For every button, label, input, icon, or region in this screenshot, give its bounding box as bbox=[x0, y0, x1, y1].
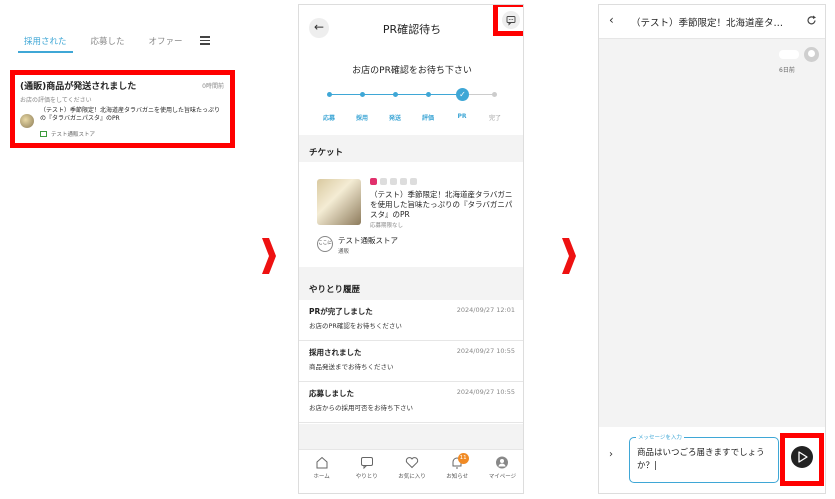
step-label: 採用 bbox=[355, 115, 368, 122]
home-icon bbox=[316, 456, 328, 469]
nav-label: ホーム bbox=[313, 474, 330, 480]
history-item: PRが完了しました 2024/09/27 12:01 お店のPR確認をお待ちくだ… bbox=[299, 300, 523, 341]
current-step-check-icon: ✓ bbox=[456, 88, 469, 101]
history-item: 応募しました 2024/09/27 10:55 お店からの採用可否をお待ち下さい bbox=[299, 382, 523, 423]
history-title: 応募しました bbox=[309, 389, 354, 398]
nav-label: マイページ bbox=[488, 474, 517, 480]
history-section-title: やりとり履歴 bbox=[309, 285, 361, 295]
history-subtitle: お店のPR確認をお待ちください bbox=[309, 322, 402, 330]
product-thumbnail bbox=[20, 114, 34, 128]
user-icon bbox=[496, 456, 509, 469]
nav-label: お知らせ bbox=[446, 474, 469, 480]
page-title: PR確認待ち bbox=[382, 23, 442, 36]
history-list: PRが完了しました 2024/09/27 12:01 お店のPR確認をお待ちくだ… bbox=[299, 300, 523, 424]
step-dot bbox=[393, 92, 398, 97]
history-time: 2024/09/27 10:55 bbox=[456, 347, 515, 355]
chat-title: （テスト）季節限定！北海道産タ… bbox=[631, 18, 784, 29]
tab-adopted[interactable]: 採用された bbox=[18, 35, 73, 53]
x-icon bbox=[380, 178, 387, 185]
status-message: お店のPR確認をお待ち下さい bbox=[352, 66, 472, 76]
notification-title: (通販)商品が発送されました bbox=[20, 82, 137, 92]
message-bubble bbox=[779, 50, 799, 59]
ticket-section-title: チケット bbox=[309, 148, 344, 158]
message-input[interactable]: メッセージを入力 商品はいつごろ届きますでしょうか？| bbox=[629, 433, 779, 483]
step-dot bbox=[426, 92, 431, 97]
nav-home[interactable]: ホーム bbox=[299, 450, 344, 493]
step-label: 発送 bbox=[388, 115, 401, 122]
filter-icon[interactable] bbox=[200, 34, 210, 45]
history-time: 2024/09/27 10:55 bbox=[456, 388, 515, 396]
history-subtitle: お店からの採用可否をお待ち下さい bbox=[309, 404, 413, 412]
send-button[interactable] bbox=[791, 446, 813, 468]
nav-notifications[interactable]: 11 お知らせ bbox=[435, 450, 480, 493]
heart-icon bbox=[405, 457, 419, 469]
instagram-icon bbox=[370, 178, 377, 185]
send-button-highlight bbox=[780, 433, 824, 486]
header: ‹ （テスト）季節限定！北海道産タ… bbox=[599, 5, 825, 39]
step-dot bbox=[327, 92, 332, 97]
step-dot bbox=[360, 92, 365, 97]
step-label: PR bbox=[457, 113, 467, 120]
google-icon bbox=[410, 178, 417, 185]
progress-stepper: ✓ 応募 採用 発送 評価 PR 完了 bbox=[317, 87, 507, 127]
send-icon bbox=[798, 451, 808, 463]
nav-label: やりとり bbox=[355, 474, 378, 480]
store-name: テスト通販ストア bbox=[51, 132, 96, 138]
chat-button[interactable] bbox=[502, 11, 520, 29]
chat-icon bbox=[360, 457, 373, 469]
notification-card[interactable]: (通販)商品が発送されました 0時間前 お店の評価をしてください （テスト）季節… bbox=[10, 70, 235, 148]
nav-label: お気に入り bbox=[398, 474, 426, 480]
notification-time: 0時間前 bbox=[202, 83, 224, 90]
nav-favorites[interactable]: お気に入り bbox=[389, 450, 434, 493]
avatar bbox=[804, 47, 819, 62]
youtube-icon bbox=[400, 178, 407, 185]
refresh-icon[interactable] bbox=[806, 15, 817, 26]
next-step-arrow-icon bbox=[562, 238, 576, 274]
history-title: 採用されました bbox=[309, 348, 362, 357]
store-logo: ここに bbox=[317, 236, 333, 252]
step-dot bbox=[492, 92, 497, 97]
tab-offer[interactable]: オファー bbox=[143, 35, 189, 53]
expand-chevron-icon[interactable]: › bbox=[609, 449, 613, 460]
chat-button-highlight bbox=[493, 5, 523, 36]
message-time: 6日前 bbox=[779, 67, 795, 74]
notification-subtitle: お店の評価をしてください bbox=[20, 97, 92, 104]
message-input-label: メッセージを入力 bbox=[636, 433, 684, 441]
history-item: 採用されました 2024/09/27 10:55 商品発送までお待ちください bbox=[299, 341, 523, 382]
next-step-arrow-icon bbox=[262, 238, 276, 274]
store-row: テスト通販ストア bbox=[40, 130, 225, 138]
message-input-bar: › メッセージを入力 商品はいつごろ届きますでしょうか？| bbox=[599, 427, 825, 493]
back-chevron-icon[interactable]: ‹ bbox=[609, 13, 614, 27]
ticket-deadline: 応募期限なし bbox=[370, 223, 404, 229]
step-label: 応募 bbox=[322, 115, 335, 122]
panel-pr-status: ← PR確認待ち お店のPR確認をお待ち下さい ✓ 応募 採用 発送 評価 PR… bbox=[298, 4, 524, 494]
history-title: PRが完了しました bbox=[309, 307, 373, 316]
status-section: お店のPR確認をお待ち下さい ✓ 応募 採用 発送 評価 PR 完了 bbox=[299, 49, 523, 135]
sns-icons bbox=[370, 178, 417, 185]
panel-chat: ‹ （テスト）季節限定！北海道産タ… 6日前 › メッセージを入力 商品はいつご… bbox=[598, 4, 826, 494]
panel-notifications: 採用された 応募した オファー (通販)商品が発送されました 0時間前 お店の評… bbox=[0, 0, 245, 499]
tab-bar: 採用された 応募した オファー bbox=[18, 30, 228, 58]
bottom-nav: ホーム やりとり お気に入り 11 お知らせ マイページ bbox=[299, 449, 523, 493]
notification-description: （テスト）季節限定！北海道産タラバガニを使用した旨味たっぷりの『タラバガニパスタ… bbox=[40, 107, 220, 122]
history-subtitle: 商品発送までお待ちください bbox=[309, 363, 394, 371]
notification-badge: 11 bbox=[457, 453, 469, 464]
history-time: 2024/09/27 12:01 bbox=[456, 306, 515, 314]
header: ← PR確認待ち bbox=[299, 5, 523, 49]
ticket-title: （テスト）季節限定！北海道産タラバガニを使用した旨味たっぷりの『タラバガニパスタ… bbox=[370, 190, 513, 219]
step-label: 評価 bbox=[421, 115, 434, 122]
message-input-value[interactable]: 商品はいつごろ届きますでしょうか？| bbox=[637, 447, 775, 473]
tab-applied[interactable]: 応募した bbox=[85, 35, 131, 53]
nav-chat[interactable]: やりとり bbox=[344, 450, 389, 493]
nav-mypage[interactable]: マイページ bbox=[480, 450, 523, 493]
chat-icon bbox=[506, 16, 516, 26]
store-category: 通販 bbox=[338, 249, 350, 255]
product-image bbox=[317, 179, 361, 225]
store-name: テスト通販ストア bbox=[338, 236, 398, 245]
step-label: 完了 bbox=[488, 115, 501, 122]
ticket-card[interactable]: （テスト）季節限定！北海道産タラバガニを使用した旨味たっぷりの『タラバガニパスタ… bbox=[299, 162, 523, 267]
tiktok-icon bbox=[390, 178, 397, 185]
store-icon bbox=[40, 131, 47, 137]
